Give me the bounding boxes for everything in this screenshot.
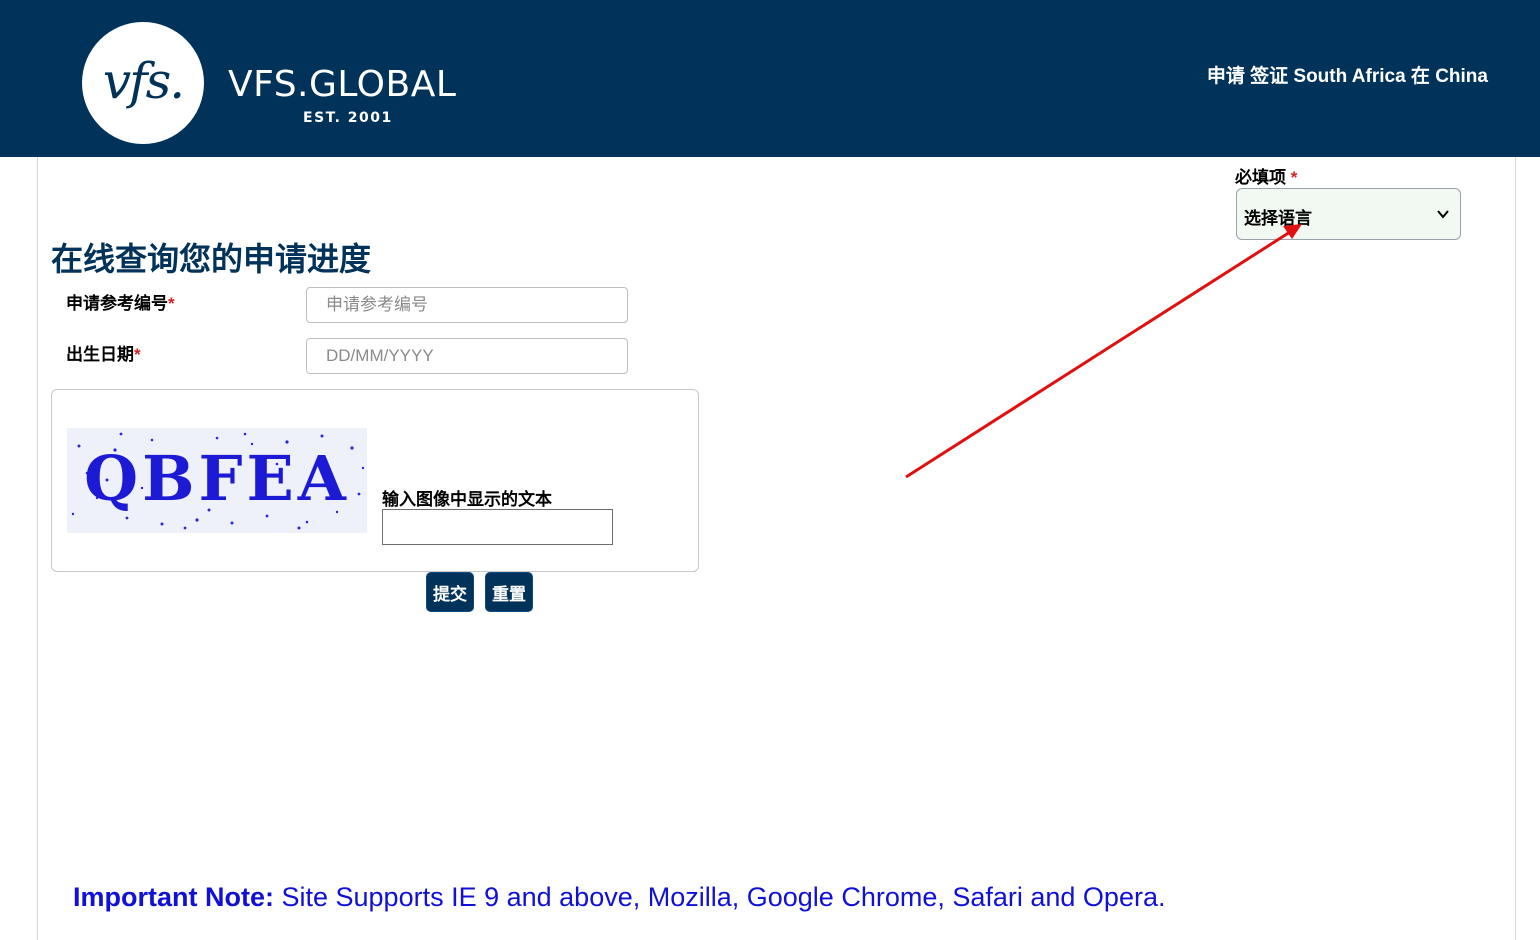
language-select-value: 选择语言 (1244, 209, 1312, 228)
date-of-birth-label-text: 出生日期 (66, 345, 134, 364)
vfs-logo-icon[interactable]: vfs. (82, 22, 204, 144)
captcha-image: QBFEA (67, 428, 367, 533)
reference-number-label-text: 申请参考编号 (66, 294, 168, 313)
date-of-birth-input[interactable] (306, 338, 628, 374)
captcha-label: 输入图像中显示的文本 (382, 490, 552, 509)
required-label-text: 必填项 (1235, 168, 1286, 187)
reference-number-input[interactable] (306, 287, 628, 323)
captcha-text: QBFEA (84, 442, 350, 515)
required-star: * (134, 345, 141, 364)
reference-number-label: 申请参考编号* (66, 289, 175, 314)
important-note-text: Site Supports IE 9 and above, Mozilla, G… (273, 882, 1166, 912)
header-title: 申请 签证 South Africa 在 China (1206, 66, 1488, 87)
reset-button[interactable]: 重置 (485, 572, 533, 612)
submit-button[interactable]: 提交 (426, 572, 474, 612)
page-title: 在线查询您的申请进度 (51, 241, 372, 277)
date-of-birth-label: 出生日期* (66, 340, 141, 365)
important-note-prefix: Important Note: (73, 882, 274, 912)
chevron-down-icon (1437, 210, 1449, 219)
required-star: * (168, 294, 175, 313)
site-header: vfs. VFS.GLOBAL EST. 2001 申请 签证 South Af… (0, 0, 1540, 157)
brand-est: EST. 2001 (303, 110, 393, 126)
important-note: Important Note: Site Supports IE 9 and a… (73, 882, 1165, 913)
required-star: * (1290, 168, 1298, 187)
required-label: 必填项 * (1235, 163, 1297, 188)
captcha-input[interactable] (382, 509, 613, 545)
language-select[interactable]: 选择语言 (1236, 188, 1461, 240)
logo-mark: vfs. (102, 52, 185, 110)
brand-name: VFS.GLOBAL (228, 64, 457, 105)
